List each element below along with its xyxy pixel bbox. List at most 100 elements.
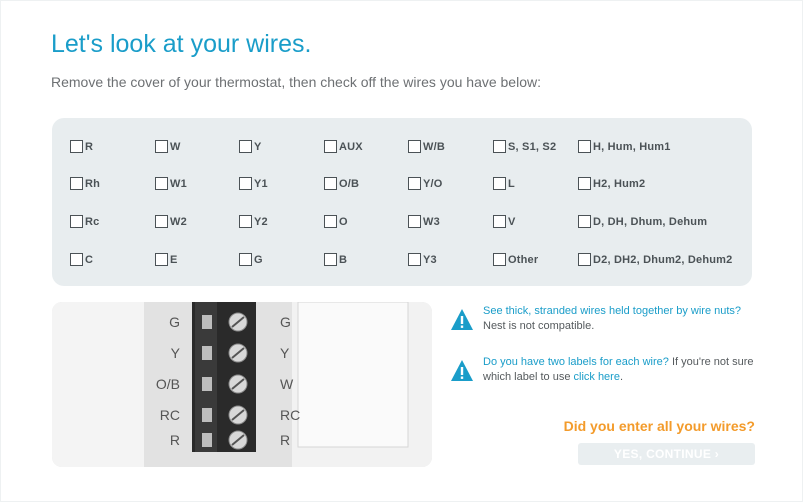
- wire-option-y[interactable]: Y: [239, 140, 262, 153]
- terminal-label-right: W: [280, 376, 294, 392]
- wire-option-v[interactable]: V: [493, 215, 516, 228]
- wire-checkbox[interactable]: [578, 140, 591, 153]
- wire-option-h-hum-hum1[interactable]: H, Hum, Hum1: [578, 140, 671, 153]
- wire-option-rh[interactable]: Rh: [70, 177, 100, 190]
- wire-checkbox[interactable]: [324, 140, 337, 153]
- wire-option-d-dh-dhum-dehum[interactable]: D, DH, Dhum, Dehum: [578, 215, 707, 228]
- warning-icon: [451, 309, 473, 330]
- wire-label: W/B: [423, 140, 445, 153]
- wire-checkbox[interactable]: [324, 215, 337, 228]
- warning-text: Do you have two labels for each wire? If…: [483, 355, 755, 385]
- wire-checklist-panel: R W Y AUX W/B S, S1, S2 H, Hum, Hum1 Rh W1 Y1 O/B Y…: [52, 118, 752, 286]
- wire-label: O/B: [339, 177, 360, 190]
- wire-label: W1: [170, 177, 187, 190]
- wire-option-w[interactable]: W: [155, 140, 181, 153]
- wire-option-s-s1-s2[interactable]: S, S1, S2: [493, 140, 556, 153]
- wire-option-y2[interactable]: Y2: [239, 215, 268, 228]
- wire-checkbox[interactable]: [408, 253, 421, 266]
- yes-continue-button[interactable]: YES, CONTINUE ›: [578, 443, 755, 465]
- wire-checkbox[interactable]: [493, 253, 506, 266]
- wire-label: C: [85, 253, 94, 266]
- wire-label: Other: [508, 253, 539, 266]
- wire-option-g[interactable]: G: [239, 253, 263, 266]
- warning-icon: [451, 360, 473, 381]
- wire-label: H2, Hum2: [593, 177, 646, 190]
- wire-option-w1[interactable]: W1: [155, 177, 187, 190]
- wire-option-aux[interactable]: AUX: [324, 140, 363, 153]
- wire-option-b[interactable]: B: [324, 253, 347, 266]
- wire-checkbox[interactable]: [70, 253, 83, 266]
- wire-checkbox[interactable]: [70, 140, 83, 153]
- wire-label: W3: [423, 215, 440, 228]
- wire-option-o[interactable]: O: [324, 215, 348, 228]
- wire-label: Y1: [254, 177, 268, 190]
- wire-checkbox[interactable]: [408, 215, 421, 228]
- wire-option-w-b[interactable]: W/B: [408, 140, 445, 153]
- warning-body: Nest is not compatible.: [483, 320, 595, 332]
- wire-checkbox[interactable]: [493, 215, 506, 228]
- wire-label: E: [170, 253, 178, 266]
- terminal-label-left: RC: [160, 407, 180, 423]
- wire-label: D2, DH2, Dhum2, Dehum2: [593, 253, 733, 266]
- warning-body-end: .: [619, 371, 624, 383]
- wire-grid: R W Y AUX W/B S, S1, S2 H, Hum, Hum1 Rh W1 Y1 O/B Y…: [52, 118, 752, 286]
- terminal-label-left: G: [169, 314, 180, 330]
- wire-label: Rc: [85, 215, 100, 228]
- wire-label: L: [508, 177, 515, 190]
- terminal-slot: [202, 377, 212, 391]
- wire-label: B: [339, 253, 348, 266]
- wire-checkbox[interactable]: [578, 215, 591, 228]
- stranded-wires-warning: See thick, stranded wires held together …: [450, 304, 755, 334]
- wire-option-y1[interactable]: Y1: [239, 177, 268, 190]
- two-labels-link[interactable]: Do you have two labels for each wire?: [483, 356, 669, 368]
- thermostat-wire-photo: G G Y Y O/B W RC RC R R: [52, 302, 432, 467]
- wire-checkbox[interactable]: [408, 177, 421, 190]
- two-labels-warning: Do you have two labels for each wire? If…: [450, 355, 755, 385]
- wire-option-rc[interactable]: Rc: [70, 215, 99, 228]
- wire-label: Y: [254, 140, 262, 153]
- wire-checkbox[interactable]: [155, 177, 168, 190]
- wire-option-d2-dh2-dhum2-dehum2[interactable]: D2, DH2, Dhum2, Dehum2: [578, 253, 732, 266]
- wire-label: W2: [170, 215, 187, 228]
- terminal-slot: [202, 315, 212, 329]
- wire-label: Y3: [423, 253, 437, 266]
- wire-option-h2-hum2[interactable]: H2, Hum2: [578, 177, 645, 190]
- confirm-question: Did you enter all your wires?: [563, 418, 755, 434]
- click-here-link[interactable]: click here: [574, 371, 620, 383]
- wire-checkbox[interactable]: [324, 177, 337, 190]
- terminal-label-right: Y: [280, 345, 290, 361]
- wire-label: Rh: [85, 177, 101, 190]
- wire-option-o-b[interactable]: O/B: [324, 177, 359, 190]
- wire-checkbox[interactable]: [70, 215, 83, 228]
- wire-checkbox[interactable]: [239, 140, 252, 153]
- wire-option-r[interactable]: R: [70, 140, 93, 153]
- wire-option-y3[interactable]: Y3: [408, 253, 437, 266]
- wire-checkbox[interactable]: [493, 177, 506, 190]
- wire-option-y-o[interactable]: Y/O: [408, 177, 443, 190]
- wire-option-c[interactable]: C: [70, 253, 93, 266]
- terminal-label-left: R: [170, 432, 180, 448]
- wire-checkbox[interactable]: [578, 253, 591, 266]
- terminal-slot: [202, 346, 212, 360]
- wire-checkbox[interactable]: [239, 177, 252, 190]
- wire-label: Y2: [254, 215, 268, 228]
- wire-option-w2[interactable]: W2: [155, 215, 187, 228]
- stranded-wires-link[interactable]: See thick, stranded wires held together …: [483, 305, 741, 317]
- wire-checkbox[interactable]: [578, 177, 591, 190]
- wire-checkbox[interactable]: [155, 215, 168, 228]
- wire-label: S, S1, S2: [508, 140, 557, 153]
- wire-option-e[interactable]: E: [155, 253, 178, 266]
- wire-option-w3[interactable]: W3: [408, 215, 440, 228]
- wire-label: AUX: [339, 140, 363, 153]
- wire-label: D, DH, Dhum, Dehum: [593, 215, 708, 228]
- wire-checkbox[interactable]: [155, 140, 168, 153]
- wire-checkbox[interactable]: [324, 253, 337, 266]
- wire-checkbox[interactable]: [155, 253, 168, 266]
- wire-checkbox[interactable]: [70, 177, 83, 190]
- wire-checkbox[interactable]: [239, 215, 252, 228]
- wire-checkbox[interactable]: [239, 253, 252, 266]
- wire-checkbox[interactable]: [493, 140, 506, 153]
- wire-option-other[interactable]: Other: [493, 253, 538, 266]
- wire-checkbox[interactable]: [408, 140, 421, 153]
- wire-option-l[interactable]: L: [493, 177, 515, 190]
